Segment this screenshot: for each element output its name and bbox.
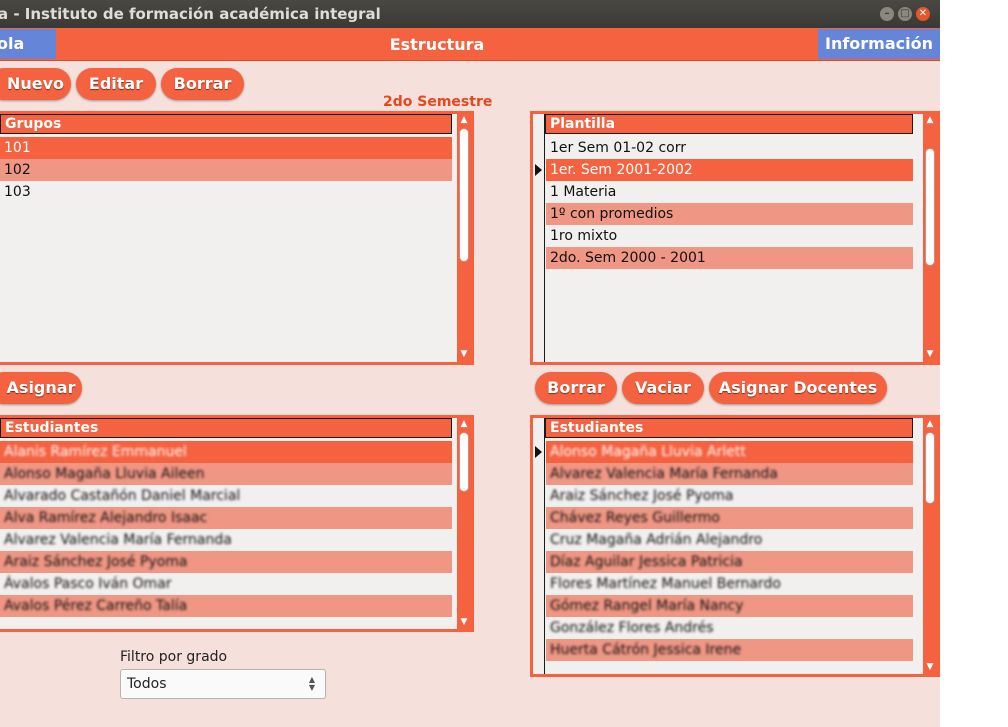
plantilla-panel: Plantilla 1er Sem 01-02 corr 1er. Sem 20…: [530, 111, 940, 365]
scroll-thumb[interactable]: [925, 148, 935, 266]
grupos-panel: Grupos 101 102 103 ▲ ▼: [0, 111, 474, 365]
estudiante-row[interactable]: Avalos Pérez Carreño Talía: [0, 595, 452, 617]
estudiante-row[interactable]: Alvarez Valencia María Fernanda: [546, 463, 913, 485]
estudiante-row[interactable]: Alvarado Castañón Daniel Marcial: [0, 485, 452, 507]
spinner-arrows-icon[interactable]: ▲ ▼: [303, 676, 321, 694]
estudiante-row[interactable]: Araiz Sánchez José Pyoma: [546, 485, 913, 507]
plantilla-row[interactable]: 1er. Sem 2001-2002: [546, 159, 913, 181]
estudiante-row[interactable]: Alonso Magaña Lluvia Aileen: [0, 463, 452, 485]
estudiante-name: Avalos Pérez Carreño Talía: [4, 598, 188, 614]
scroll-down-icon[interactable]: ▼: [457, 348, 471, 360]
plantilla-scrollbar[interactable]: ▲ ▼: [923, 114, 937, 362]
estudiante-row[interactable]: Huerta Cátrón Jessica Irene: [546, 639, 913, 661]
estudiante-row[interactable]: Cruz Magaña Adrián Alejandro: [546, 529, 913, 551]
close-icon[interactable]: ✕: [916, 7, 930, 21]
estudiante-row[interactable]: Gómez Rangel María Nancy: [546, 595, 913, 617]
scroll-up-icon[interactable]: ▲: [457, 114, 471, 126]
plantilla-row[interactable]: 1er Sem 01-02 corr: [546, 137, 913, 159]
semester-label: 2do Semestre: [383, 94, 493, 110]
plantilla-row[interactable]: 1 Materia: [546, 181, 913, 203]
filtro-label: Filtro por grado: [120, 649, 228, 665]
estudiante-name: Díaz Aguilar Jessica Patricia: [550, 554, 743, 570]
estudiante-row[interactable]: Araiz Sánchez José Pyoma: [0, 551, 452, 573]
estudiantes-grupo-header: Estudiantes: [0, 418, 452, 438]
estudiante-name: Huerta Cátrón Jessica Irene: [550, 642, 742, 658]
estudiante-row[interactable]: Alonso Magaña Lluvia Arlett: [546, 441, 913, 463]
borrar-estudiantes-button[interactable]: Borrar: [535, 372, 617, 404]
asignar-docentes-button[interactable]: Asignar Docentes: [709, 372, 887, 404]
window-title: a - Instituto de formación académica int…: [0, 5, 381, 23]
estudiantes-grupo-panel: Estudiantes Alanis Ramírez Emmanuel Alon…: [0, 415, 474, 632]
estudiante-name: Chávez Reyes Guillermo: [550, 510, 720, 526]
filtro-grado-value: Todos: [127, 676, 167, 692]
estudiante-name: Cruz Magaña Adrián Alejandro: [550, 532, 763, 548]
filtro-grado-select[interactable]: Todos ▲ ▼: [120, 669, 326, 699]
estudiante-name: Alonso Magaña Lluvia Arlett: [550, 444, 746, 460]
asignar-button[interactable]: Asignar: [0, 372, 82, 404]
minimize-icon[interactable]: –: [880, 7, 894, 21]
borrar-button[interactable]: Borrar: [161, 68, 244, 100]
grupos-scrollbar[interactable]: ▲ ▼: [457, 114, 471, 362]
asignar-button-label: Asignar: [6, 378, 76, 397]
estudiante-name: Alvarez Valencia María Fernanda: [550, 466, 778, 482]
grupo-row[interactable]: 102: [0, 159, 452, 181]
estudiante-name: Flores Martínez Manuel Bernardo: [550, 576, 781, 592]
estudiante-row[interactable]: Flores Martínez Manuel Bernardo: [546, 573, 913, 595]
estudiantes-plantilla-scrollbar[interactable]: ▲ ▼: [923, 418, 937, 674]
estudiantes-plantilla-panel: Estudiantes Alonso Magaña Lluvia Arlett …: [530, 415, 940, 677]
tab-bar: ola Estructura Información: [0, 28, 940, 61]
grupo-row[interactable]: 101: [0, 137, 452, 159]
scroll-thumb[interactable]: [925, 432, 935, 504]
nuevo-button-label: Nuevo: [6, 74, 65, 93]
estudiante-row[interactable]: Alvarez Valencia María Fernanda: [0, 529, 452, 551]
scroll-up-icon[interactable]: ▲: [923, 114, 937, 126]
estudiantes-plantilla-header: Estudiantes: [545, 418, 913, 438]
estudiantes-gutter: [533, 418, 545, 674]
estudiantes-grupo-scrollbar[interactable]: ▲ ▼: [457, 418, 471, 629]
scroll-thumb[interactable]: [459, 128, 469, 262]
current-row-marker-icon: [535, 446, 542, 458]
tab-estructura[interactable]: Estructura: [56, 28, 818, 60]
title-bar: a - Instituto de formación académica int…: [0, 0, 940, 28]
current-row-marker-icon: [535, 164, 542, 176]
estudiante-name: Alanis Ramírez Emmanuel: [4, 444, 187, 460]
plantilla-header: Plantilla: [545, 114, 913, 134]
scroll-down-icon[interactable]: ▼: [457, 616, 471, 628]
estudiante-name: Gómez Rangel María Nancy: [550, 598, 744, 614]
plantilla-gutter: [533, 114, 545, 362]
estudiante-name: González Flores Andrés: [550, 620, 714, 636]
estudiante-row[interactable]: Ávalos Pasco Iván Omar: [0, 573, 452, 595]
estudiante-row[interactable]: Alva Ramírez Alejandro Isaac: [0, 507, 452, 529]
estudiante-name: Araiz Sánchez José Pyoma: [550, 488, 734, 504]
scroll-thumb[interactable]: [459, 432, 469, 492]
scroll-up-icon[interactable]: ▲: [457, 418, 471, 430]
nuevo-button[interactable]: Nuevo: [0, 68, 71, 100]
app-window: a - Instituto de formación académica int…: [0, 0, 940, 727]
tab-informacion[interactable]: Información: [818, 29, 940, 59]
estudiante-row[interactable]: Díaz Aguilar Jessica Patricia: [546, 551, 913, 573]
plantilla-row[interactable]: 1ro mixto: [546, 225, 913, 247]
estudiante-row[interactable]: Alanis Ramírez Emmanuel: [0, 441, 452, 463]
editar-button[interactable]: Editar: [76, 68, 156, 100]
estudiante-name: Alonso Magaña Lluvia Aileen: [4, 466, 205, 482]
estudiante-name: Alvarado Castañón Daniel Marcial: [4, 488, 241, 504]
maximize-icon[interactable]: □: [898, 7, 912, 21]
estudiante-name: Alva Ramírez Alejandro Isaac: [4, 510, 208, 526]
grupos-header: Grupos: [0, 114, 452, 134]
vaciar-button[interactable]: Vaciar: [622, 372, 704, 404]
estudiante-name: Ávalos Pasco Iván Omar: [4, 576, 172, 592]
plantilla-row[interactable]: 2do. Sem 2000 - 2001: [546, 247, 913, 269]
tab-left[interactable]: ola: [0, 29, 56, 59]
plantilla-row[interactable]: 1º con promedios: [546, 203, 913, 225]
grupo-row[interactable]: 103: [0, 181, 452, 203]
estudiante-name: Alvarez Valencia María Fernanda: [4, 532, 232, 548]
scroll-down-icon[interactable]: ▼: [923, 348, 937, 360]
scroll-up-icon[interactable]: ▲: [923, 418, 937, 430]
scroll-down-icon[interactable]: ▼: [923, 661, 937, 673]
estudiante-row[interactable]: Chávez Reyes Guillermo: [546, 507, 913, 529]
estudiante-row[interactable]: González Flores Andrés: [546, 617, 913, 639]
estudiante-name: Araiz Sánchez José Pyoma: [4, 554, 188, 570]
